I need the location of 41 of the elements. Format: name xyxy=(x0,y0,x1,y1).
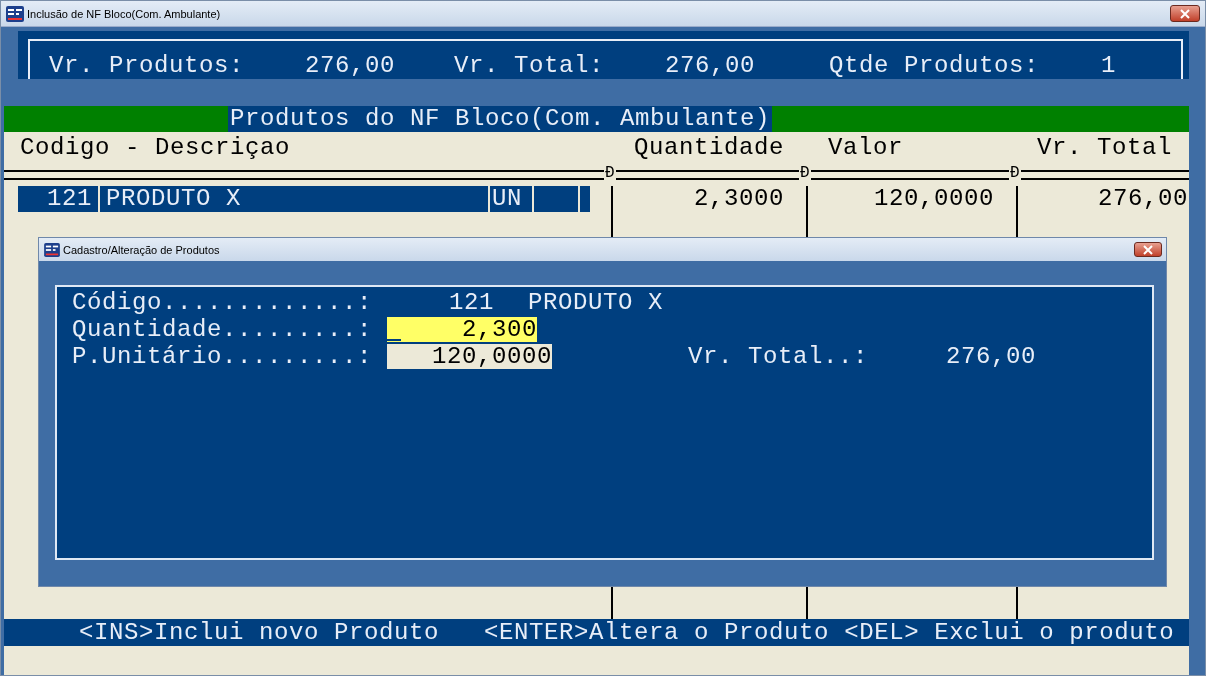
total-label: Qtde Produtos: xyxy=(829,53,1041,79)
table-cell-text: 2,3000 xyxy=(693,186,785,212)
shortcut-hint: <INS>Inclui novo Produto xyxy=(79,619,440,646)
column-header: Quantidade xyxy=(632,135,785,161)
close-button[interactable] xyxy=(1134,242,1162,257)
table-cell: 121 xyxy=(18,186,100,212)
column-header: Valor xyxy=(827,135,904,161)
product-name: PRODUTO X xyxy=(528,289,664,316)
column-separator-mark: Ð xyxy=(604,164,616,182)
shortcut-hint: <DEL> Exclui o produto xyxy=(844,619,1175,646)
input-field[interactable]: 2,300 xyxy=(387,317,537,342)
close-icon xyxy=(1143,244,1153,255)
table-cell-text: 276,00 xyxy=(1097,186,1188,212)
app-icon xyxy=(6,5,24,22)
table-cell: PRODUTO X xyxy=(100,186,490,212)
table-cell-text: 120,0000 xyxy=(872,186,995,212)
field-label: Vr. Total..: xyxy=(688,343,869,370)
window-title: Inclusão de NF Bloco(Com. Ambulante) xyxy=(27,7,222,20)
shortcut-hint: <ENTER>Altera o Produto xyxy=(484,619,830,646)
total-value: 276,00 xyxy=(946,343,1037,370)
app-icon xyxy=(44,242,60,257)
total-value: 1 xyxy=(1101,53,1117,79)
input-field[interactable]: 120,0000 xyxy=(387,344,552,369)
field-label: Código.............: xyxy=(72,289,374,316)
close-button[interactable] xyxy=(1170,5,1200,22)
total-value: 276,00 xyxy=(665,53,756,79)
total-value: 276,00 xyxy=(305,53,396,79)
section-title: Produtos do NF Bloco(Com. Ambulante) xyxy=(228,106,773,132)
table-cell: UN xyxy=(490,186,534,212)
product-code: 121 xyxy=(448,289,494,316)
total-label: Vr. Total: xyxy=(454,53,606,79)
total-label: Vr. Produtos: xyxy=(49,53,246,79)
column-separator-mark: Ð xyxy=(1009,164,1021,182)
column-header: Codigo - Descriçao xyxy=(19,135,292,161)
column-header: Vr. Total xyxy=(1035,135,1173,161)
field-label: P.Unitário.........: xyxy=(72,343,374,370)
close-icon xyxy=(1180,8,1190,19)
field-label: Quantidade.........: xyxy=(72,316,374,343)
dialog-title: Cadastro/Alteração de Produtos xyxy=(63,243,221,256)
table-row[interactable]: 121 PRODUTO X UN xyxy=(18,186,590,212)
column-separator-mark: Ð xyxy=(799,164,811,182)
